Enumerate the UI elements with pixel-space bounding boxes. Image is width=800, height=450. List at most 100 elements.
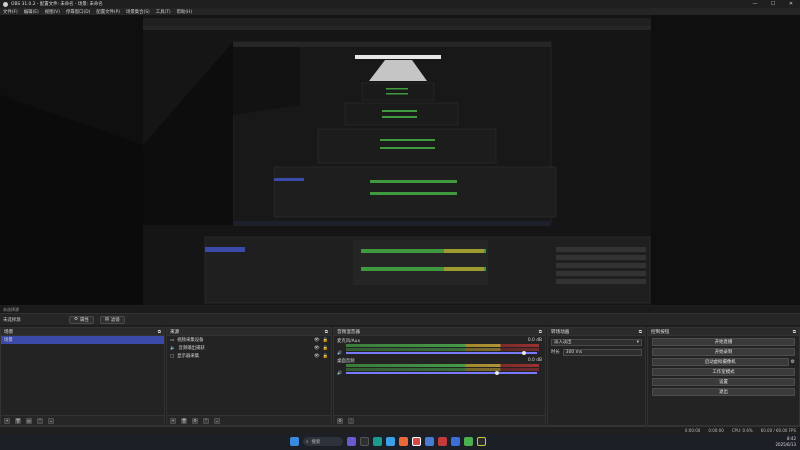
scenes-dock: 场景 ⧉ 场景 + 🗑 ▤ ⌃ ⌄ [0,327,165,426]
source-item[interactable]: 🔈 音频输出捕获 👁 🔒 [167,344,331,352]
clock-date: 2025/6/13 [775,442,796,447]
app-icon[interactable] [399,437,408,446]
browser-icon[interactable] [373,437,382,446]
volume-slider-handle[interactable] [521,350,526,355]
start-streaming-button[interactable]: 开始直播 [652,338,795,346]
dock-float-icon[interactable]: ⧉ [539,329,542,335]
duration-row: 时长 300 ms [548,348,645,356]
app-icon[interactable] [425,437,434,446]
mixer-track: 桌面音频 0.0 dB 🔊 [334,356,545,376]
filters-button[interactable]: ▤ 滤镜 [99,315,125,324]
add-scene-button[interactable]: + [4,417,10,424]
menu-help[interactable]: 帮助(H) [177,9,193,15]
visibility-icon[interactable]: 👁 [314,338,320,343]
volume-meter [346,347,539,351]
menu-scene-collection[interactable]: 场景集合(S) [126,9,150,15]
system-tray[interactable]: 8:42 2025/6/13 [775,436,796,448]
minimize-button[interactable]: — [746,0,764,8]
scene-filters-button[interactable]: ▤ [26,417,32,424]
remove-scene-button[interactable]: 🗑 [15,417,21,424]
close-button[interactable]: ✕ [782,0,800,8]
app-icon[interactable] [451,437,460,446]
add-source-button[interactable]: + [170,417,176,424]
source-properties-button[interactable]: ⚙ [192,417,198,424]
virtual-camera-row: 启动虚拟摄像机 ⚙ [652,358,795,366]
search-icon: ⌕ [306,439,309,445]
app-icon[interactable] [464,437,473,446]
menu-tools[interactable]: 工具(T) [156,9,171,15]
source-item[interactable]: ▢ 显示器采集 👁 🔒 [167,352,331,360]
cpu-usage: CPU: 0.6% [731,428,753,433]
dock-float-icon[interactable]: ⧉ [158,329,161,335]
maximize-button[interactable]: ☐ [764,0,782,8]
volume-meter [346,367,539,371]
menu-docks[interactable]: 停靠窗口(D) [66,9,90,15]
dock-float-icon[interactable]: ⧉ [639,329,642,335]
mixer-dock-title: 音频混音器 ⧉ [334,328,545,336]
source-up-button[interactable]: ⌃ [203,417,209,424]
menu-edit[interactable]: 编辑(E) [24,9,39,15]
menu-file[interactable]: 文件(F) [3,9,18,15]
remove-source-button[interactable]: 🗑 [181,417,187,424]
start-icon[interactable] [290,437,299,446]
dock-float-icon[interactable]: ⧉ [325,329,328,335]
gear-icon: ⚙ [74,317,78,322]
studio-mode-button[interactable]: 工作室模式 [652,368,795,376]
start-recording-button[interactable]: 开始录制 [652,348,795,356]
volume-slider[interactable] [346,352,537,354]
lock-icon[interactable]: 🔒 [323,338,328,343]
menu-bar: 文件(F) 编辑(E) 视图(V) 停靠窗口(D) 配置文件(P) 场景集合(S… [0,8,800,15]
exit-button[interactable]: 退出 [652,388,795,396]
visibility-icon[interactable]: 👁 [314,354,320,359]
lock-icon[interactable]: 🔒 [323,346,328,351]
scenes-dock-title: 场景 ⧉ [1,328,164,336]
visibility-icon[interactable]: 👁 [314,346,320,351]
menu-profile[interactable]: 配置文件(P) [96,9,120,15]
mixer-footer: ⚙ ⋮ [334,415,545,425]
speaker-icon[interactable]: 🔊 [337,370,342,375]
app-icon[interactable] [438,437,447,446]
transition-select[interactable]: 淡入淡出 ▾ [551,338,642,346]
edge-icon[interactable] [386,437,395,446]
move-down-button[interactable]: ⌄ [48,417,54,424]
app-icon[interactable] [347,437,356,446]
mixer-track: 麦克风/Aux 0.0 dB 🔊 [334,336,545,356]
move-up-button[interactable]: ⌃ [37,417,43,424]
obs-icon[interactable] [412,437,421,446]
speaker-icon[interactable]: 🔊 [337,350,342,355]
preview-recursion [0,15,800,305]
mixer-menu-button[interactable]: ⋮ [348,417,354,424]
title-bar: OBS 31.0.2 - 配置文件: 未命名 - 场景: 未命名 — ☐ ✕ [0,0,800,8]
properties-button[interactable]: ⚙ 属性 [69,315,94,324]
settings-button[interactable]: 设置 [652,378,795,386]
source-item[interactable]: ▭ 视频采集设备 👁 🔒 [167,336,331,344]
taskbar-search[interactable]: ⌕ 搜索 [303,437,343,446]
duration-input[interactable]: 300 ms [562,348,642,356]
mixer-settings-button[interactable]: ⚙ [337,417,343,424]
menu-view[interactable]: 视图(V) [45,9,60,15]
preview-canvas[interactable] [0,15,800,305]
dock-float-icon[interactable]: ⧉ [793,329,796,335]
volume-slider-handle[interactable] [494,370,499,375]
speaker-icon: 🔈 [170,345,176,351]
source-down-button[interactable]: ⌄ [214,417,220,424]
gear-icon[interactable]: ⚙ [791,359,795,365]
toolbar-source-label: 未选择源 [3,317,21,323]
audio-mixer-dock: 音频混音器 ⧉ 麦克风/Aux 0.0 dB 🔊 桌面音频 0.0 dB 🔊 ⚙… [333,327,546,426]
camera-icon: ▭ [170,337,175,343]
sources-dock: 来源 ⧉ ▭ 视频采集设备 👁 🔒 🔈 音频输出捕获 👁 🔒 ▢ 显示器采集 👁… [166,327,332,426]
app-icon[interactable] [477,437,486,446]
chevron-down-icon: ▾ [636,339,639,345]
network-status: 0:00:00 [684,428,701,433]
start-virtual-camera-button[interactable]: 启动虚拟摄像机 [652,358,789,366]
transitions-dock: 转场动画 ⧉ 淡入淡出 ▾ 时长 300 ms [547,327,646,426]
sources-dock-title: 来源 ⧉ [167,328,331,336]
file-explorer-icon[interactable] [360,437,369,446]
volume-slider[interactable] [346,372,537,374]
lock-icon[interactable]: 🔒 [323,354,328,359]
sources-footer: + 🗑 ⚙ ⌃ ⌄ [167,415,331,425]
scene-item[interactable]: 场景 [1,336,164,344]
source-toolbar: 未选择源 ⚙ 属性 ▤ 滤镜 [0,313,800,325]
filter-icon: ▤ [104,317,109,322]
obs-logo-icon [3,1,8,7]
